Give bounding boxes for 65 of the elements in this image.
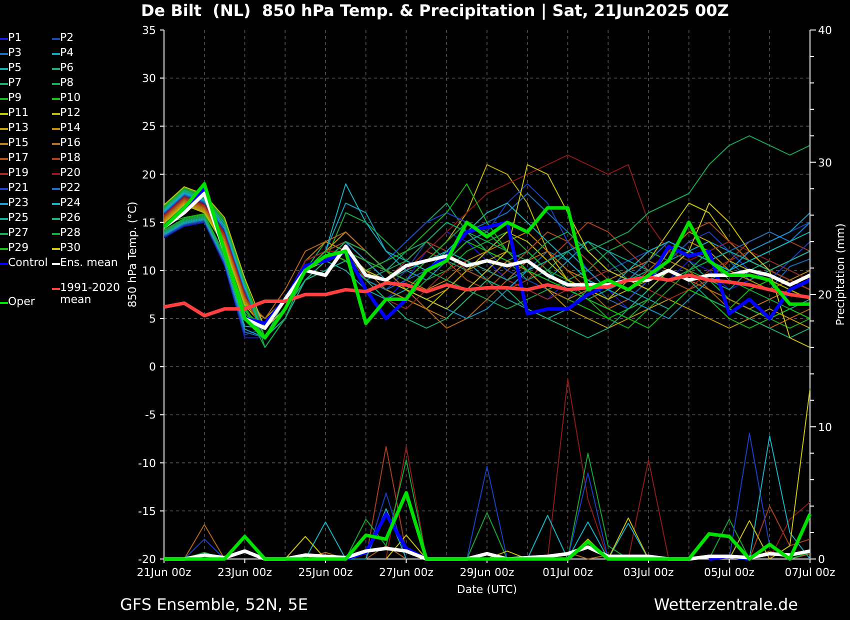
axis-tick-label: -5 [145,408,156,422]
legend-label: P17 [8,152,29,164]
axis-tick-label: 10 [142,264,156,278]
axis-tick-label: 5 [149,312,156,326]
legend-label: P26 [60,212,81,224]
legend-label: P25 [8,212,29,224]
legend-label: P21 [8,182,29,194]
legend-label: P12 [60,107,81,119]
legend-label: P16 [60,137,81,149]
axis-tick-label: 30 [142,72,156,86]
axis-tick-label: 25 [142,120,156,134]
axis-tick-label: 40 [818,24,832,37]
source-caption: Wetterzentrale.de [654,594,798,616]
legend-label: P30 [60,242,81,254]
legend-label: P23 [8,197,29,209]
legend-label: P8 [60,77,74,89]
axis-tick-label: 27Jun 00z [379,566,434,579]
legend-label: P22 [60,182,81,194]
legend-label: P5 [8,62,22,74]
axis-tick-label: 15 [142,216,156,230]
axis-title: Precipitation (mm) [834,223,847,326]
chart-title: De Bilt (NL) 850 hPa Temp. & Precipitation | Sat, 21Jun2025 00Z [140,0,730,22]
axis-tick-label: -20 [138,553,156,566]
legend-label: P29 [8,242,29,254]
axis-tick-label: 20 [142,168,156,182]
axis-tick-label: 29Jun 00z [460,566,514,579]
axis-tick-label: 23Jun 00z [218,566,272,579]
legend-label: Ens. mean [60,257,118,269]
axis-tick-label: -15 [138,504,156,518]
axis-tick-label: 03Jul 00z [623,566,674,579]
legend-label: P3 [8,47,22,59]
legend-label: P19 [8,167,29,179]
axis-tick-label: 01Jul 00z [542,566,594,579]
axis-tick-label: 0 [818,553,825,566]
legend-label: P9 [8,92,22,104]
axis-tick-label: 0 [149,360,156,374]
legend-label: P24 [60,197,81,209]
axis-tick-label: 30 [818,156,832,170]
axis-tick-label: 10 [818,420,832,434]
axis-tick-label: -10 [138,456,156,470]
legend-label: P2 [60,32,74,44]
axis-tick-label: 21Jun 00z [136,566,192,579]
legend-label: P1 [8,32,22,44]
legend-label: P13 [8,122,29,134]
legend-label: P28 [60,227,81,239]
legend-label: P11 [8,107,29,119]
legend-label: 1991-2020 mean [60,282,120,306]
legend-label: Oper [8,296,35,308]
legend-label: P7 [8,77,22,89]
legend-label: P4 [60,47,74,59]
legend-label: P20 [60,167,81,179]
legend-label: P10 [60,92,81,104]
legend-label: P6 [60,62,74,74]
axis-tick-label: 05Jul 00z [704,566,755,579]
axis-title: 850 hPa Temp. (°C) [126,202,139,308]
model-caption: GFS Ensemble, 52N, 5E [120,594,308,616]
legend-label: P18 [60,152,81,164]
legend-label: P14 [60,122,81,134]
axis-tick-label: 25Jun 00z [298,566,353,579]
axis-tick-label: 20 [818,288,832,302]
legend-label: P15 [8,137,29,149]
axis-tick-label: 35 [142,24,156,37]
axis-tick-label: 07Jul 00z [784,566,836,579]
legend-label: P27 [8,227,29,239]
legend-label: Control [8,257,48,269]
